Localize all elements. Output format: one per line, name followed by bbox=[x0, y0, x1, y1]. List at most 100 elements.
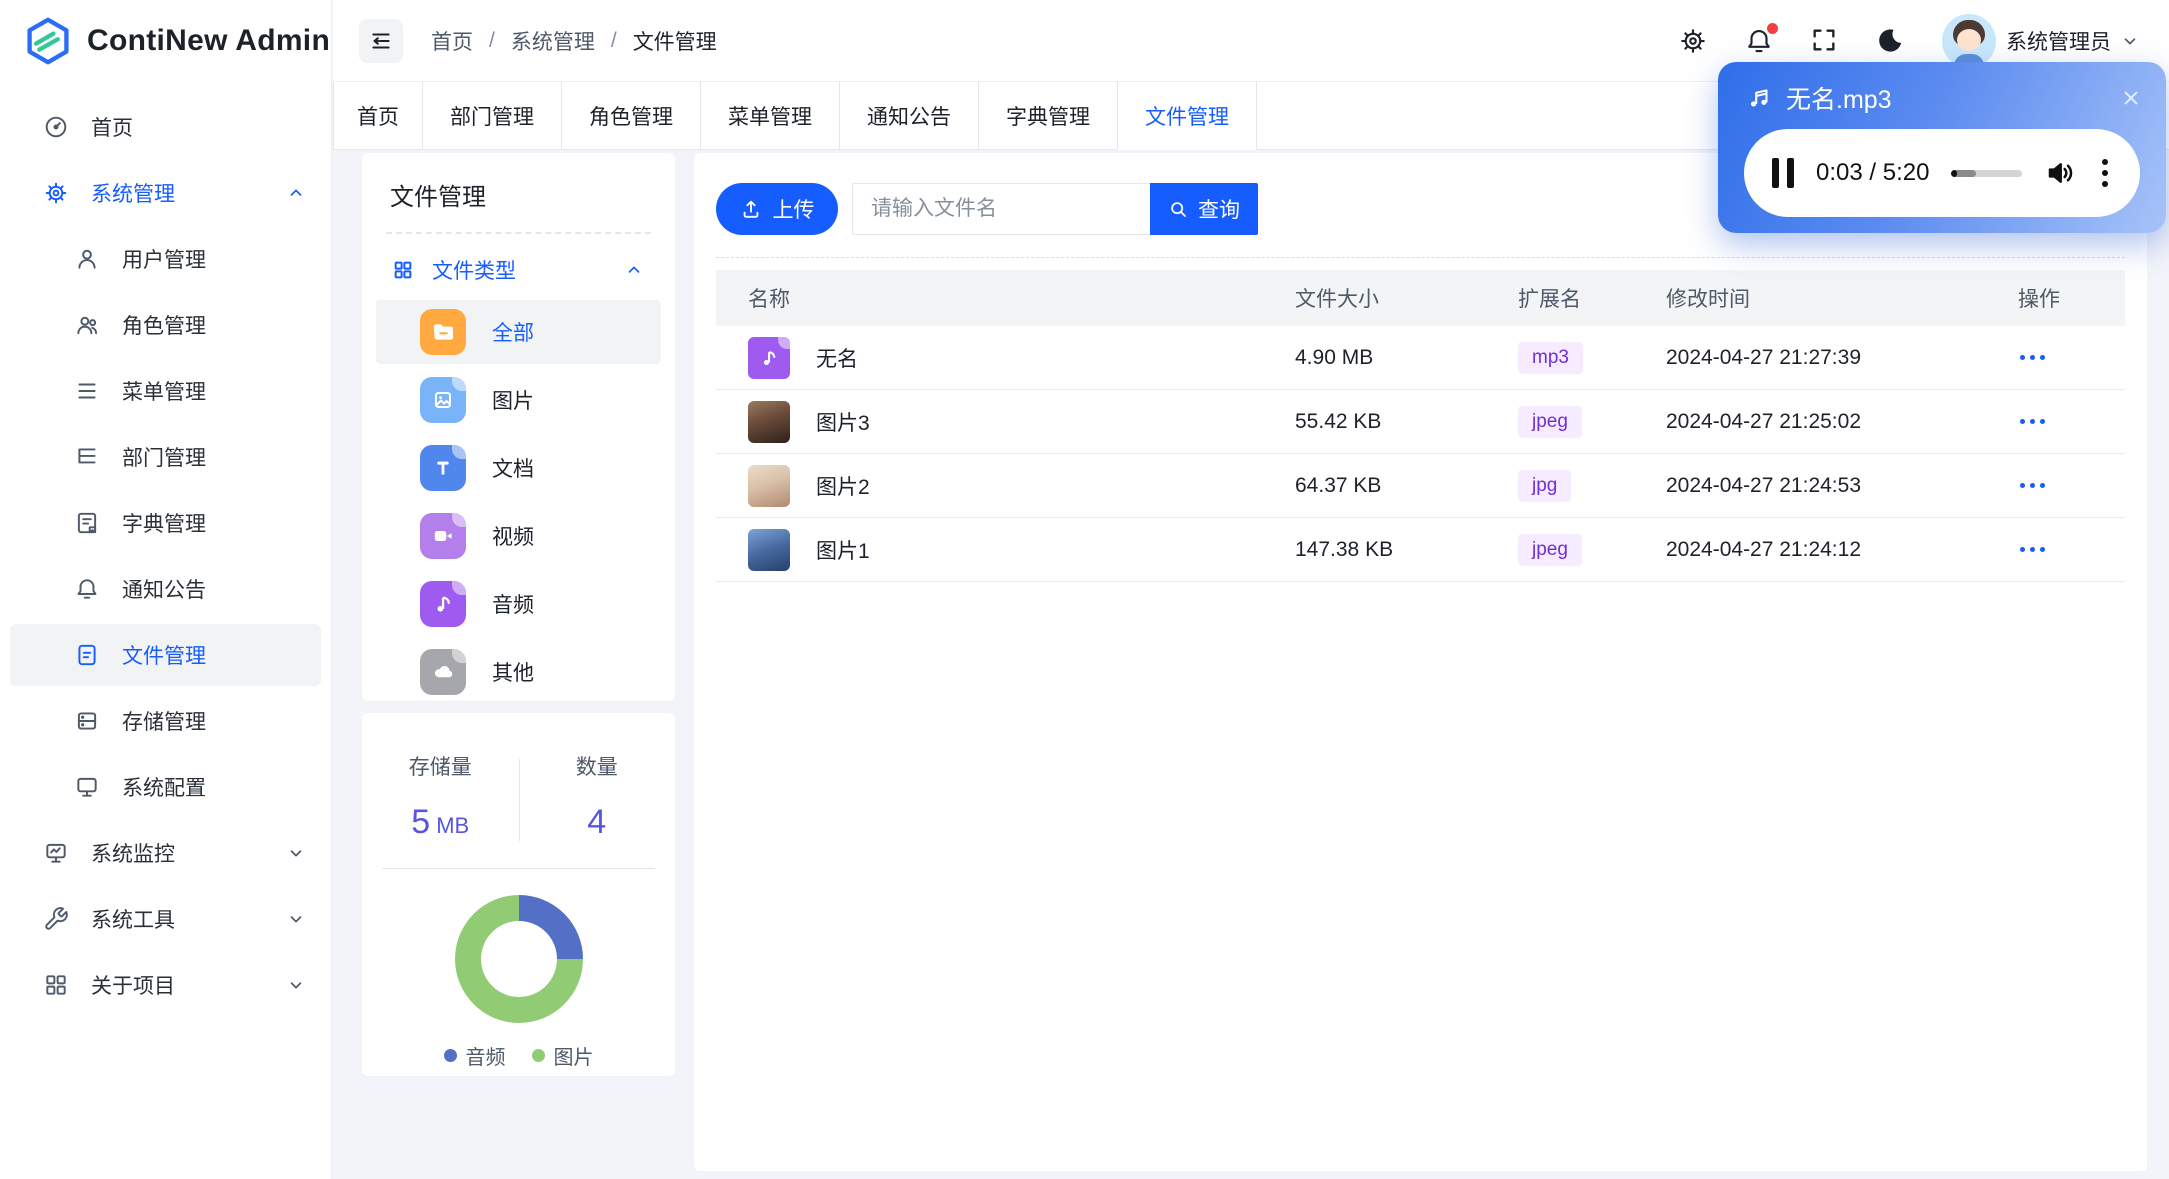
music-note-icon bbox=[1746, 85, 1772, 111]
storage-unit: MB bbox=[436, 813, 470, 838]
file-type-video[interactable]: 视频 bbox=[376, 504, 661, 568]
sidebar-item-label: 通知公告 bbox=[122, 579, 206, 602]
chevron-up-icon bbox=[625, 261, 643, 279]
volume-icon[interactable] bbox=[2044, 157, 2076, 189]
notification-bell-icon[interactable] bbox=[1744, 22, 1778, 56]
document-file-icon bbox=[420, 445, 466, 491]
divider bbox=[518, 759, 520, 841]
sidebar-item-role-management[interactable]: 角色管理 bbox=[10, 294, 321, 356]
upload-button[interactable]: 上传 bbox=[716, 183, 838, 235]
sidebar-item-system-management[interactable]: 系统管理 bbox=[10, 162, 321, 224]
sidebar-collapse-button[interactable] bbox=[359, 18, 403, 63]
bell-icon bbox=[74, 576, 100, 602]
column-actions: 操作 bbox=[2018, 288, 2060, 311]
panel-title: 文件管理 bbox=[390, 184, 486, 211]
file-type-audio[interactable]: 音频 bbox=[376, 572, 661, 636]
filename-search-input[interactable] bbox=[852, 183, 1150, 235]
folder-icon bbox=[420, 309, 466, 355]
sidebar-item-home[interactable]: 首页 bbox=[10, 96, 321, 158]
fullscreen-icon[interactable] bbox=[1810, 26, 1840, 56]
file-time: 2024-04-27 21:25:02 bbox=[1666, 409, 1861, 433]
image-thumbnail bbox=[748, 528, 790, 571]
legend-label: 音频 bbox=[465, 1047, 506, 1069]
logo-hexagon-icon bbox=[22, 15, 74, 67]
image-file-icon bbox=[420, 377, 466, 423]
column-time: 修改时间 bbox=[1666, 288, 1750, 311]
file-type-label: 图片 bbox=[492, 390, 534, 413]
file-type-all[interactable]: 全部 bbox=[376, 300, 661, 364]
breadcrumb-system[interactable]: 系统管理 bbox=[511, 26, 595, 56]
table-row[interactable]: 图片3 55.42 KB jpeg 2024-04-27 21:25:02 bbox=[716, 390, 2125, 454]
row-more-actions-icon[interactable] bbox=[2018, 413, 2125, 430]
file-type-other[interactable]: 其他 bbox=[376, 640, 661, 704]
legend-label: 图片 bbox=[553, 1047, 594, 1069]
settings-gear-icon[interactable] bbox=[1678, 26, 1708, 56]
file-type-document[interactable]: 文档 bbox=[376, 436, 661, 500]
played-bar bbox=[1951, 169, 1958, 177]
user-name: 系统管理员 bbox=[2006, 30, 2111, 54]
legend-audio[interactable]: 音频 bbox=[443, 1041, 506, 1070]
chevron-up-icon bbox=[287, 184, 305, 202]
sidebar-item-menu-management[interactable]: 菜单管理 bbox=[10, 360, 321, 422]
dark-mode-moon-icon[interactable] bbox=[1876, 26, 1906, 56]
sidebar-item-label: 系统监控 bbox=[91, 843, 175, 866]
tab-menu[interactable]: 菜单管理 bbox=[701, 82, 840, 150]
close-icon[interactable] bbox=[2120, 87, 2142, 109]
tab-notice[interactable]: 通知公告 bbox=[840, 82, 979, 150]
sidebar-item-file-management[interactable]: 文件管理 bbox=[10, 624, 321, 686]
sidebar-item-system-config[interactable]: 系统配置 bbox=[10, 756, 321, 818]
file-type-image[interactable]: 图片 bbox=[376, 368, 661, 432]
column-size: 文件大小 bbox=[1295, 288, 1379, 311]
tab-dictionary[interactable]: 字典管理 bbox=[979, 82, 1118, 150]
tree-list-icon bbox=[74, 444, 100, 470]
divider bbox=[386, 232, 651, 234]
file-name: 无名 bbox=[816, 347, 858, 371]
row-more-actions-icon[interactable] bbox=[2018, 541, 2125, 558]
audio-controls: 0:03 / 5:20 bbox=[1744, 129, 2140, 217]
sidebar-item-system-monitor[interactable]: 系统监控 bbox=[10, 822, 321, 884]
table-row[interactable]: 图片2 64.37 KB jpg 2024-04-27 21:24:53 bbox=[716, 454, 2125, 518]
file-size: 147.38 KB bbox=[1295, 537, 1394, 561]
file-type-list: 全部 图片 文档 视频 音频 其他 bbox=[376, 300, 661, 704]
image-thumbnail bbox=[748, 464, 790, 507]
sidebar-item-user-management[interactable]: 用户管理 bbox=[10, 228, 321, 290]
sidebar-item-department-management[interactable]: 部门管理 bbox=[10, 426, 321, 488]
wrench-icon bbox=[43, 906, 69, 932]
file-icon bbox=[74, 642, 100, 668]
tab-department[interactable]: 部门管理 bbox=[423, 82, 562, 150]
sidebar-item-label: 文件管理 bbox=[122, 645, 206, 668]
file-time: 2024-04-27 21:27:39 bbox=[1666, 345, 1861, 369]
sidebar-item-notice-management[interactable]: 通知公告 bbox=[10, 558, 321, 620]
grid-icon bbox=[392, 259, 414, 281]
user-icon bbox=[74, 246, 100, 272]
count-label: 数量 bbox=[575, 756, 618, 779]
cloud-file-icon bbox=[420, 649, 466, 695]
sidebar-item-about-project[interactable]: 关于项目 bbox=[10, 954, 321, 1016]
tab-home[interactable]: 首页 bbox=[333, 82, 423, 150]
storage-stat: 存储量 5 MB bbox=[362, 751, 519, 842]
file-name: 图片2 bbox=[816, 475, 870, 499]
query-button[interactable]: 查询 bbox=[1150, 183, 1258, 235]
seek-bar[interactable] bbox=[1951, 169, 2022, 177]
table-row[interactable]: 图片1 147.38 KB jpeg 2024-04-27 21:24:12 bbox=[716, 518, 2125, 582]
legend-image[interactable]: 图片 bbox=[531, 1041, 594, 1070]
user-menu[interactable]: 系统管理员 bbox=[1942, 13, 2139, 68]
tab-role[interactable]: 角色管理 bbox=[562, 82, 701, 150]
donut-chart bbox=[454, 895, 583, 1023]
row-more-actions-icon[interactable] bbox=[2018, 477, 2125, 494]
more-options-icon[interactable] bbox=[2098, 155, 2112, 191]
pause-icon[interactable] bbox=[1772, 158, 1794, 188]
sidebar-item-dictionary-management[interactable]: 字典管理 bbox=[10, 492, 321, 554]
row-more-actions-icon[interactable] bbox=[2018, 349, 2125, 366]
video-file-icon bbox=[420, 513, 466, 559]
sidebar-item-label: 用户管理 bbox=[122, 249, 206, 272]
tab-file-management[interactable]: 文件管理 bbox=[1118, 82, 1257, 150]
breadcrumb-home[interactable]: 首页 bbox=[431, 26, 473, 56]
table-row[interactable]: 无名 4.90 MB mp3 2024-04-27 21:27:39 bbox=[716, 326, 2125, 390]
sidebar-item-system-tools[interactable]: 系统工具 bbox=[10, 888, 321, 950]
file-type-group[interactable]: 文件类型 bbox=[386, 244, 651, 296]
sidebar-item-label: 存储管理 bbox=[122, 711, 206, 734]
gear-icon bbox=[43, 180, 69, 206]
file-time: 2024-04-27 21:24:53 bbox=[1666, 473, 1861, 497]
sidebar-item-storage-management[interactable]: 存储管理 bbox=[10, 690, 321, 752]
